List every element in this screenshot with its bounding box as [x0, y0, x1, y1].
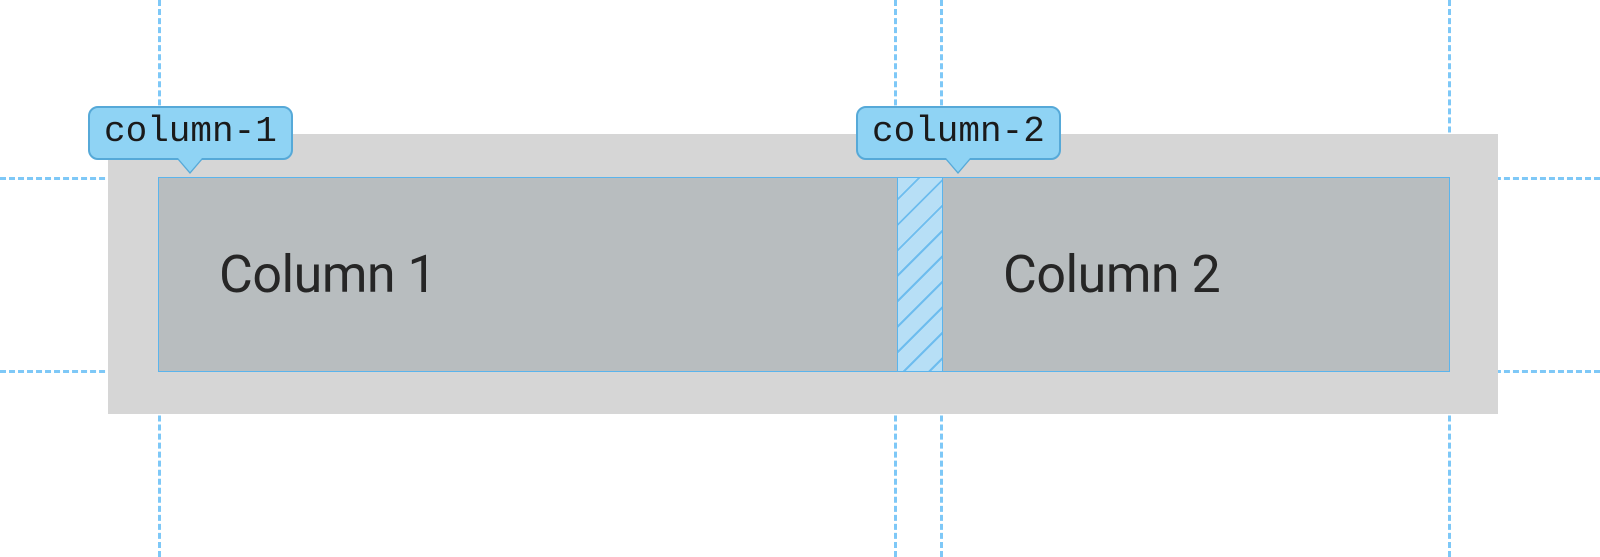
grid-inspector-diagram: Column 1 Column 2 column-1 column-2	[0, 0, 1600, 557]
grid-area-tag-column-1: column-1	[88, 106, 293, 160]
cell-label: Column 2	[943, 244, 1220, 305]
cell-label: Column 1	[159, 244, 436, 305]
grid-gap	[898, 177, 942, 372]
grid-cell-column-1: Column 1	[158, 177, 898, 372]
grid-cell-column-2: Column 2	[942, 177, 1450, 372]
grid-area-tag-column-2: column-2	[856, 106, 1061, 160]
